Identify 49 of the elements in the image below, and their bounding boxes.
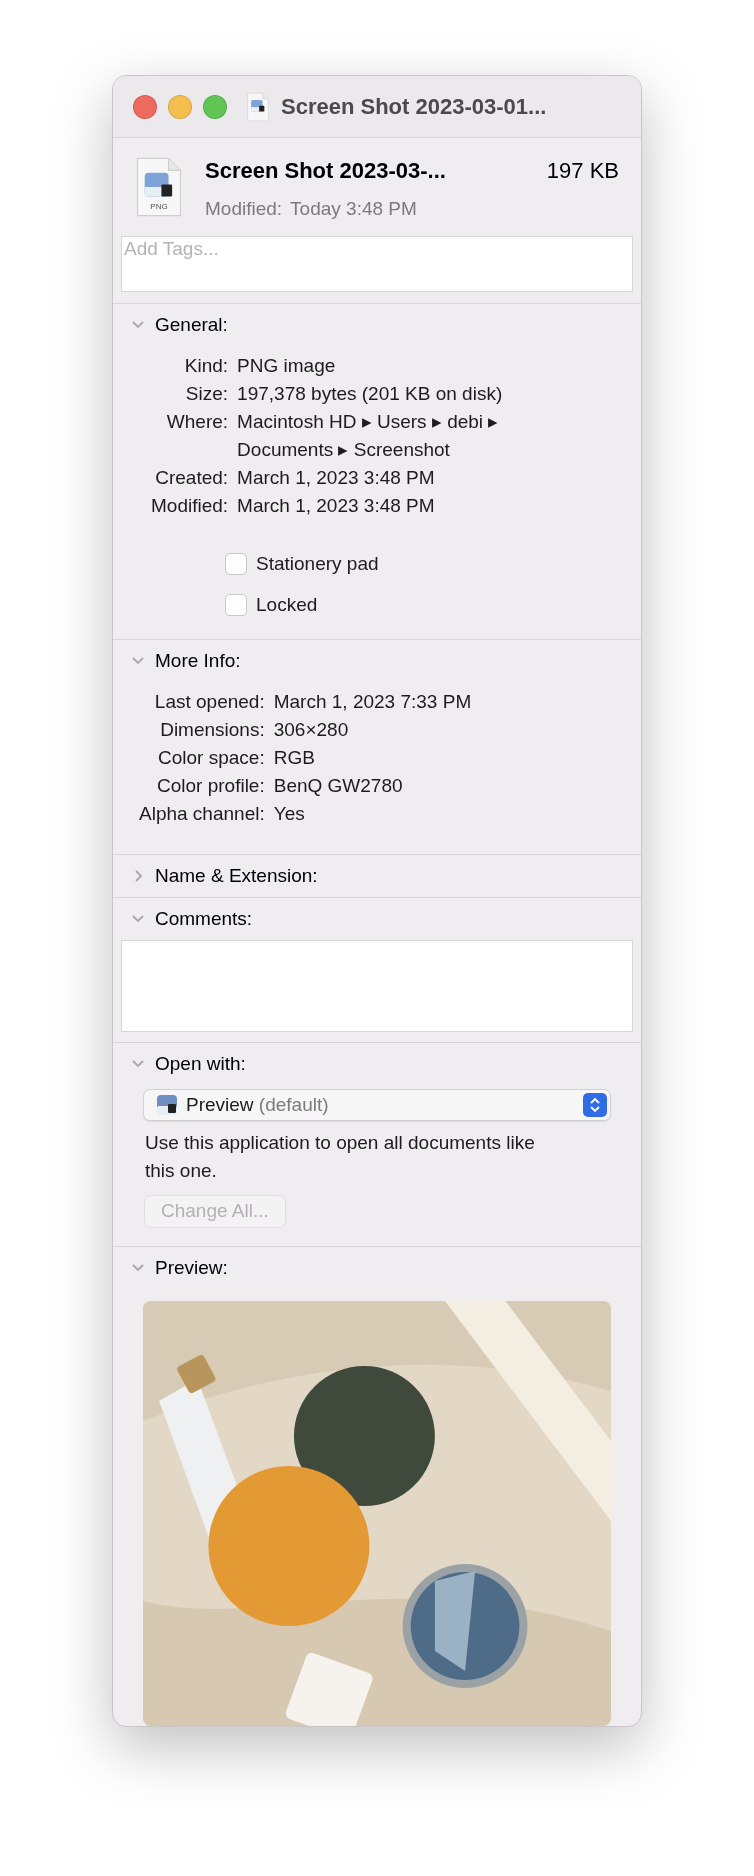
field-value: RGB: [273, 746, 316, 770]
field-label: Created:: [154, 466, 229, 490]
field-label: Color profile:: [156, 774, 265, 798]
checkbox[interactable]: [225, 553, 247, 576]
zoom-button[interactable]: [203, 94, 227, 119]
field-label: Kind:: [183, 354, 229, 378]
section-title: Preview:: [155, 1255, 228, 1280]
field-label: Dimensions:: [159, 718, 265, 742]
field-label: Size:: [184, 382, 229, 406]
field-label: Color space:: [157, 746, 265, 770]
field-label: Where:: [165, 410, 229, 434]
app-icon: [156, 1094, 178, 1116]
document-icon: [246, 91, 270, 122]
file-name: Screen Shot 2023-03-...: [205, 157, 446, 185]
checkbox[interactable]: [225, 593, 247, 616]
window-title: Screen Shot 2023-03-01...: [281, 93, 547, 121]
section-title: More Info:: [155, 648, 241, 673]
section-title: General:: [155, 312, 228, 337]
field-value: March 1, 2023 3:48 PM: [237, 466, 436, 490]
field-value: 197,378 bytes (201 KB on disk): [237, 382, 504, 406]
field-value: March 1, 2023 3:48 PM: [237, 494, 436, 518]
field-label: Last opened:: [153, 690, 265, 714]
section-title: Open with:: [155, 1051, 246, 1076]
field-value: Macintosh HD ▸ Users ▸ debi ▸ Documents ▸ Screenshot: [237, 410, 500, 462]
file-icon: [135, 156, 183, 218]
description-text: Use this application to open all documents like this one.: [145, 1131, 536, 1183]
field-value: PNG image: [237, 354, 337, 378]
app-name: Preview: [186, 1093, 254, 1115]
modified-label: Modified:: [205, 197, 283, 221]
default-note: (default): [258, 1093, 329, 1115]
file-size: 197 KB: [546, 157, 619, 185]
field-value: Yes: [273, 802, 306, 826]
minimize-button[interactable]: [168, 94, 192, 119]
section-title: Comments:: [155, 906, 253, 931]
stepper-arrows-icon: [583, 1093, 607, 1117]
comments-field[interactable]: [121, 940, 633, 1032]
checkbox-label: Locked: [256, 592, 318, 617]
file-type-label: PNG: [149, 201, 169, 213]
modified-date: Today 3:48 PM: [290, 197, 417, 221]
field-value: BenQ GW2780: [273, 774, 404, 798]
tags-field[interactable]: Add Tags...: [121, 235, 633, 292]
app-popup-button[interactable]: Preview (default): [143, 1089, 611, 1121]
checkbox-label: Stationery pad: [256, 552, 379, 576]
field-value: 306×280: [273, 718, 350, 742]
close-button[interactable]: [133, 94, 157, 119]
section-title: Name & Extension:: [155, 863, 318, 888]
field-value: March 1, 2023 7:33 PM: [273, 690, 473, 714]
field-label: Alpha channel:: [139, 802, 265, 826]
field-label: Modified:: [151, 494, 229, 518]
